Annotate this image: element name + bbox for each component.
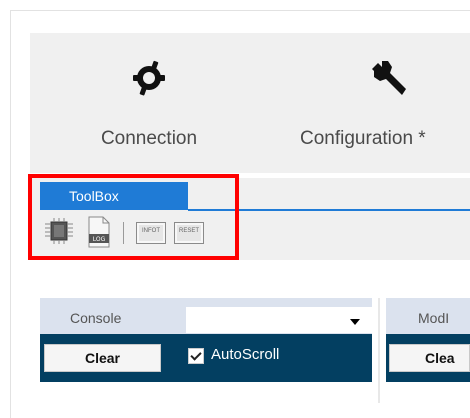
reset-button[interactable]: RESET bbox=[174, 222, 204, 244]
chevron-down-icon bbox=[350, 319, 360, 325]
autoscroll-label: AutoScroll bbox=[211, 346, 280, 363]
console-clear-button[interactable]: Clear bbox=[44, 344, 161, 372]
autoscroll-checkbox[interactable] bbox=[188, 348, 204, 364]
tab-underline bbox=[188, 209, 470, 211]
modbus-clear-button[interactable]: Clea bbox=[389, 344, 470, 372]
connection-button[interactable]: Connection bbox=[30, 33, 268, 173]
configuration-label: Configuration * bbox=[300, 128, 426, 149]
panel-divider[interactable] bbox=[378, 298, 380, 403]
console-label: Console bbox=[70, 310, 122, 326]
chip-icon[interactable] bbox=[44, 218, 74, 244]
ribbon: Connection Configuration * bbox=[30, 33, 470, 173]
plug-icon bbox=[133, 60, 165, 96]
infot-button[interactable]: INFOT bbox=[136, 222, 166, 244]
modbus-label: ModI bbox=[418, 310, 450, 326]
log-icon-text: LOG bbox=[93, 236, 106, 243]
connection-label: Connection bbox=[100, 128, 198, 149]
configuration-button[interactable]: Configuration * bbox=[268, 33, 470, 173]
log-icon[interactable]: LOG bbox=[86, 216, 112, 248]
toolbar-separator bbox=[123, 222, 124, 244]
console-dropdown[interactable] bbox=[186, 307, 372, 333]
wrench-icon bbox=[372, 61, 406, 95]
tab-toolbox[interactable]: ToolBox bbox=[40, 182, 188, 210]
page: Connection Configuration * ToolBox LOG I… bbox=[0, 0, 470, 418]
check-icon bbox=[190, 349, 202, 361]
